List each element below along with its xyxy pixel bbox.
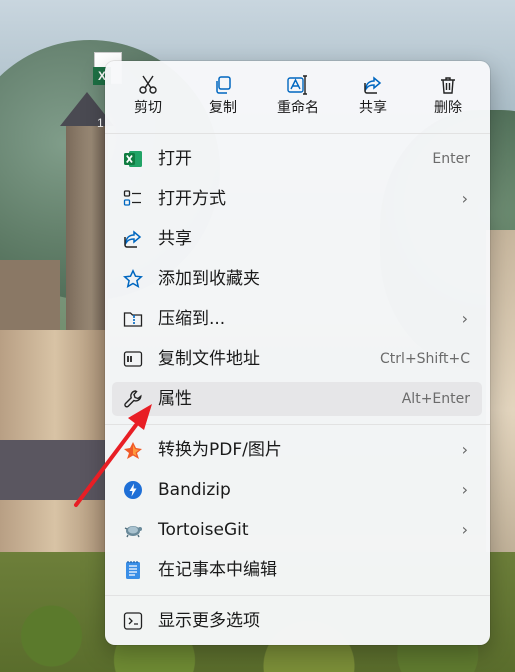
menu-item-properties[interactable]: 属性 Alt+Enter xyxy=(112,382,482,416)
pdf-convert-icon xyxy=(122,440,144,460)
cut-label: 剪切 xyxy=(134,100,162,116)
menu-item-label: 压缩到... xyxy=(158,309,226,329)
wallpaper-castle-tower xyxy=(66,120,108,360)
excel-icon xyxy=(122,149,144,169)
menu-item-label: 共享 xyxy=(158,229,192,249)
chevron-right-icon: › xyxy=(461,189,468,208)
menu-item-label: 打开 xyxy=(158,149,192,169)
copy-path-icon xyxy=(122,349,144,369)
trash-icon xyxy=(418,69,478,99)
divider xyxy=(105,133,490,134)
delete-label: 删除 xyxy=(434,100,462,116)
star-icon xyxy=(122,269,144,289)
menu-item-label: 在记事本中编辑 xyxy=(158,560,277,580)
divider xyxy=(105,595,490,596)
scissors-icon xyxy=(118,69,178,99)
chevron-right-icon: › xyxy=(461,520,468,539)
menu-item-open-with[interactable]: 打开方式 › xyxy=(112,182,482,216)
menu-item-share[interactable]: 共享 xyxy=(112,222,482,256)
menu-item-label: 显示更多选项 xyxy=(158,611,260,631)
menu-item-show-more-options[interactable]: 显示更多选项 xyxy=(112,604,482,638)
share-icon xyxy=(122,229,144,249)
menu-item-label: TortoiseGit xyxy=(158,520,249,540)
chevron-right-icon: › xyxy=(461,309,468,328)
copy-icon xyxy=(193,69,253,99)
open-with-icon xyxy=(122,189,144,209)
rename-label: 重命名 xyxy=(277,100,319,116)
copy-button[interactable]: 复制 xyxy=(193,69,253,125)
menu-item-label: Bandizip xyxy=(158,480,231,500)
menu-item-label: 复制文件地址 xyxy=(158,349,260,369)
menu-item-shortcut: Alt+Enter xyxy=(401,391,470,407)
menu-item-label: 转换为PDF/图片 xyxy=(158,440,282,460)
menu-item-add-to-favorites[interactable]: 添加到收藏夹 xyxy=(112,262,482,296)
desktop-file-label: 1 xyxy=(97,116,104,130)
quick-action-bar: 剪切 复制 重命名 共享 删除 xyxy=(105,61,490,131)
menu-item-label: 打开方式 xyxy=(158,189,226,209)
copy-label: 复制 xyxy=(209,100,237,116)
share-label: 共享 xyxy=(359,100,387,116)
more-options-icon xyxy=(122,611,144,631)
wrench-icon xyxy=(122,389,144,409)
menu-item-shortcut: Ctrl+Shift+C xyxy=(380,351,470,367)
share-icon xyxy=(343,69,403,99)
cut-button[interactable]: 剪切 xyxy=(118,69,178,125)
menu-item-bandizip[interactable]: Bandizip › xyxy=(112,473,482,507)
menu-item-shortcut: Enter xyxy=(432,151,470,167)
chevron-right-icon: › xyxy=(461,440,468,459)
zip-folder-icon xyxy=(122,309,144,329)
share-button[interactable]: 共享 xyxy=(343,69,403,125)
chevron-right-icon: › xyxy=(461,480,468,499)
rename-icon xyxy=(268,69,328,99)
bandizip-icon xyxy=(122,480,144,500)
divider xyxy=(105,424,490,425)
menu-item-open[interactable]: 打开 Enter xyxy=(112,142,482,176)
notepad-icon xyxy=(122,560,144,580)
tortoisegit-icon xyxy=(122,520,144,540)
menu-item-tortoisegit[interactable]: TortoiseGit › xyxy=(112,513,482,547)
delete-button[interactable]: 删除 xyxy=(418,69,478,125)
menu-item-convert-pdf[interactable]: 转换为PDF/图片 › xyxy=(112,433,482,467)
wallpaper-house xyxy=(486,230,515,590)
rename-button[interactable]: 重命名 xyxy=(268,69,328,125)
menu-item-label: 属性 xyxy=(158,389,192,409)
wallpaper-castle-roof xyxy=(0,440,110,500)
menu-item-label: 添加到收藏夹 xyxy=(158,269,260,289)
menu-item-edit-in-notepad[interactable]: 在记事本中编辑 xyxy=(112,553,482,587)
context-menu: 剪切 复制 重命名 共享 删除 打开 Enter 打开方式 › 共享 添加到收藏… xyxy=(105,61,490,645)
menu-item-copy-path[interactable]: 复制文件地址 Ctrl+Shift+C xyxy=(112,342,482,376)
menu-item-compress-to[interactable]: 压缩到... › xyxy=(112,302,482,336)
